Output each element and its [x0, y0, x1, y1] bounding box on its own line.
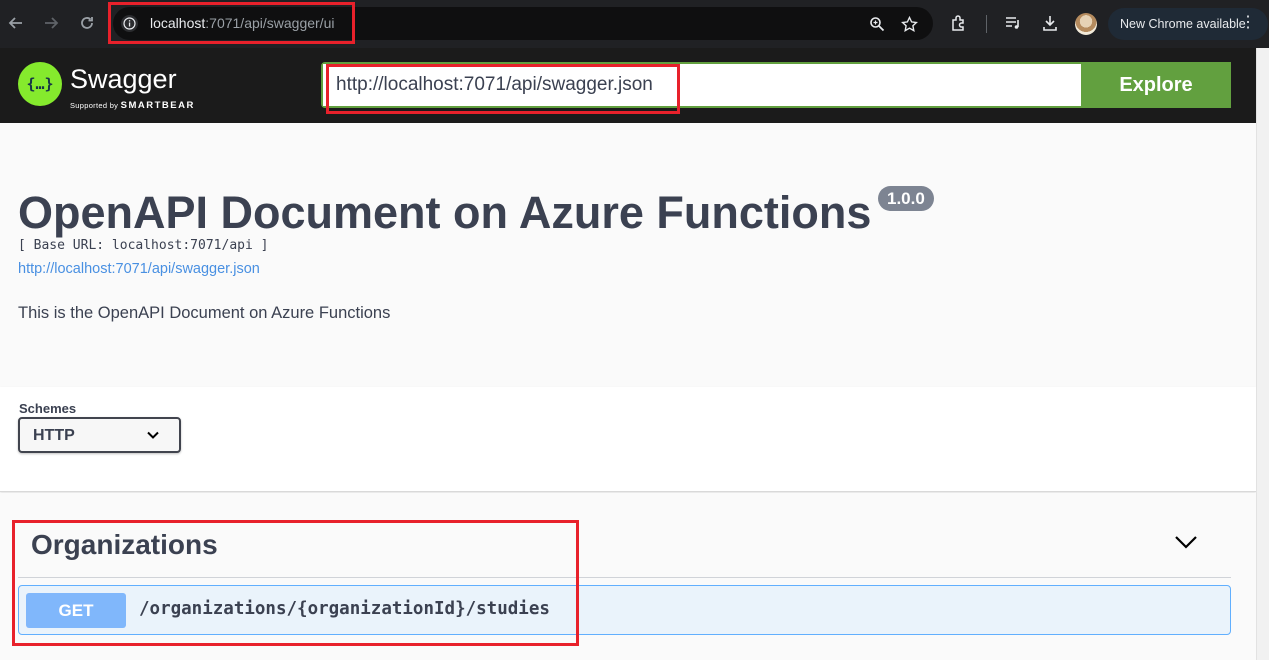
forward-arrow-icon	[45, 17, 59, 29]
downloads-icon[interactable]	[1039, 12, 1061, 34]
swagger-logo-icon[interactable]: {…}	[18, 62, 62, 106]
back-button[interactable]	[3, 10, 29, 36]
toolbar-separator	[986, 15, 987, 33]
media-controls-icon[interactable]	[1002, 12, 1024, 34]
chrome-menu-icon[interactable]: ⋮	[1240, 14, 1256, 32]
brand-sub-prefix: Supported by	[70, 101, 119, 110]
page-scrollbar[interactable]	[1256, 48, 1269, 660]
swagger-brand: Swagger	[70, 64, 177, 94]
schemes-section: Schemes HTTP	[0, 387, 1256, 492]
api-description: This is the OpenAPI Document on Azure Fu…	[18, 304, 391, 322]
bookmark-star-icon[interactable]	[899, 14, 919, 34]
new-chrome-available-button[interactable]: New Chrome available ⋮	[1108, 8, 1268, 40]
schemes-select[interactable]: HTTP	[18, 417, 181, 453]
reload-button[interactable]	[74, 10, 100, 36]
new-chrome-label: New Chrome available	[1120, 17, 1246, 31]
api-info: OpenAPI Document on Azure Functions 1.0.…	[0, 123, 1256, 387]
zoom-icon[interactable]	[867, 14, 887, 34]
explore-button[interactable]: Explore	[1081, 62, 1231, 108]
brand-sub-company: SMARTBEAR	[120, 100, 195, 111]
base-url: [ Base URL: localhost:7071/api ]	[18, 238, 269, 253]
version-badge: 1.0.0	[878, 186, 934, 211]
spec-url-input[interactable]	[323, 64, 1083, 106]
url-host: localhost	[150, 15, 206, 31]
address-bar[interactable]: localhost:7071/api/swagger/ui	[113, 7, 933, 40]
profile-avatar[interactable]	[1075, 13, 1097, 35]
address-url[interactable]: localhost:7071/api/swagger/ui	[150, 15, 334, 31]
site-info-icon[interactable]	[121, 15, 138, 32]
tag-collapse-chevron-icon[interactable]	[1173, 533, 1199, 551]
chevron-down-icon	[147, 431, 159, 439]
operation-get-studies[interactable]: GET /organizations/{organizationId}/stud…	[18, 585, 1231, 635]
schemes-label: Schemes	[19, 401, 77, 416]
back-arrow-icon	[8, 17, 22, 29]
api-title: OpenAPI Document on Azure Functions	[18, 187, 872, 238]
operation-path: /organizations/{organizationId}/studies	[139, 599, 550, 619]
method-badge-get: GET	[26, 593, 126, 628]
tag-organizations-title[interactable]: Organizations	[31, 529, 218, 561]
browser-toolbar: localhost:7071/api/swagger/ui New Chrome…	[0, 0, 1269, 48]
operations-section: Organizations GET /organizations/{organi…	[0, 493, 1256, 660]
schemes-selected-value: HTTP	[33, 427, 75, 444]
forward-button[interactable]	[38, 10, 64, 36]
reload-icon	[81, 17, 93, 29]
extensions-icon[interactable]	[948, 12, 970, 34]
tag-divider	[18, 577, 1231, 578]
spec-link[interactable]: http://localhost:7071/api/swagger.json	[18, 261, 260, 277]
url-path: :7071/api/swagger/ui	[205, 15, 335, 31]
swagger-brand-sub: Supported by SMARTBEAR	[70, 100, 195, 111]
